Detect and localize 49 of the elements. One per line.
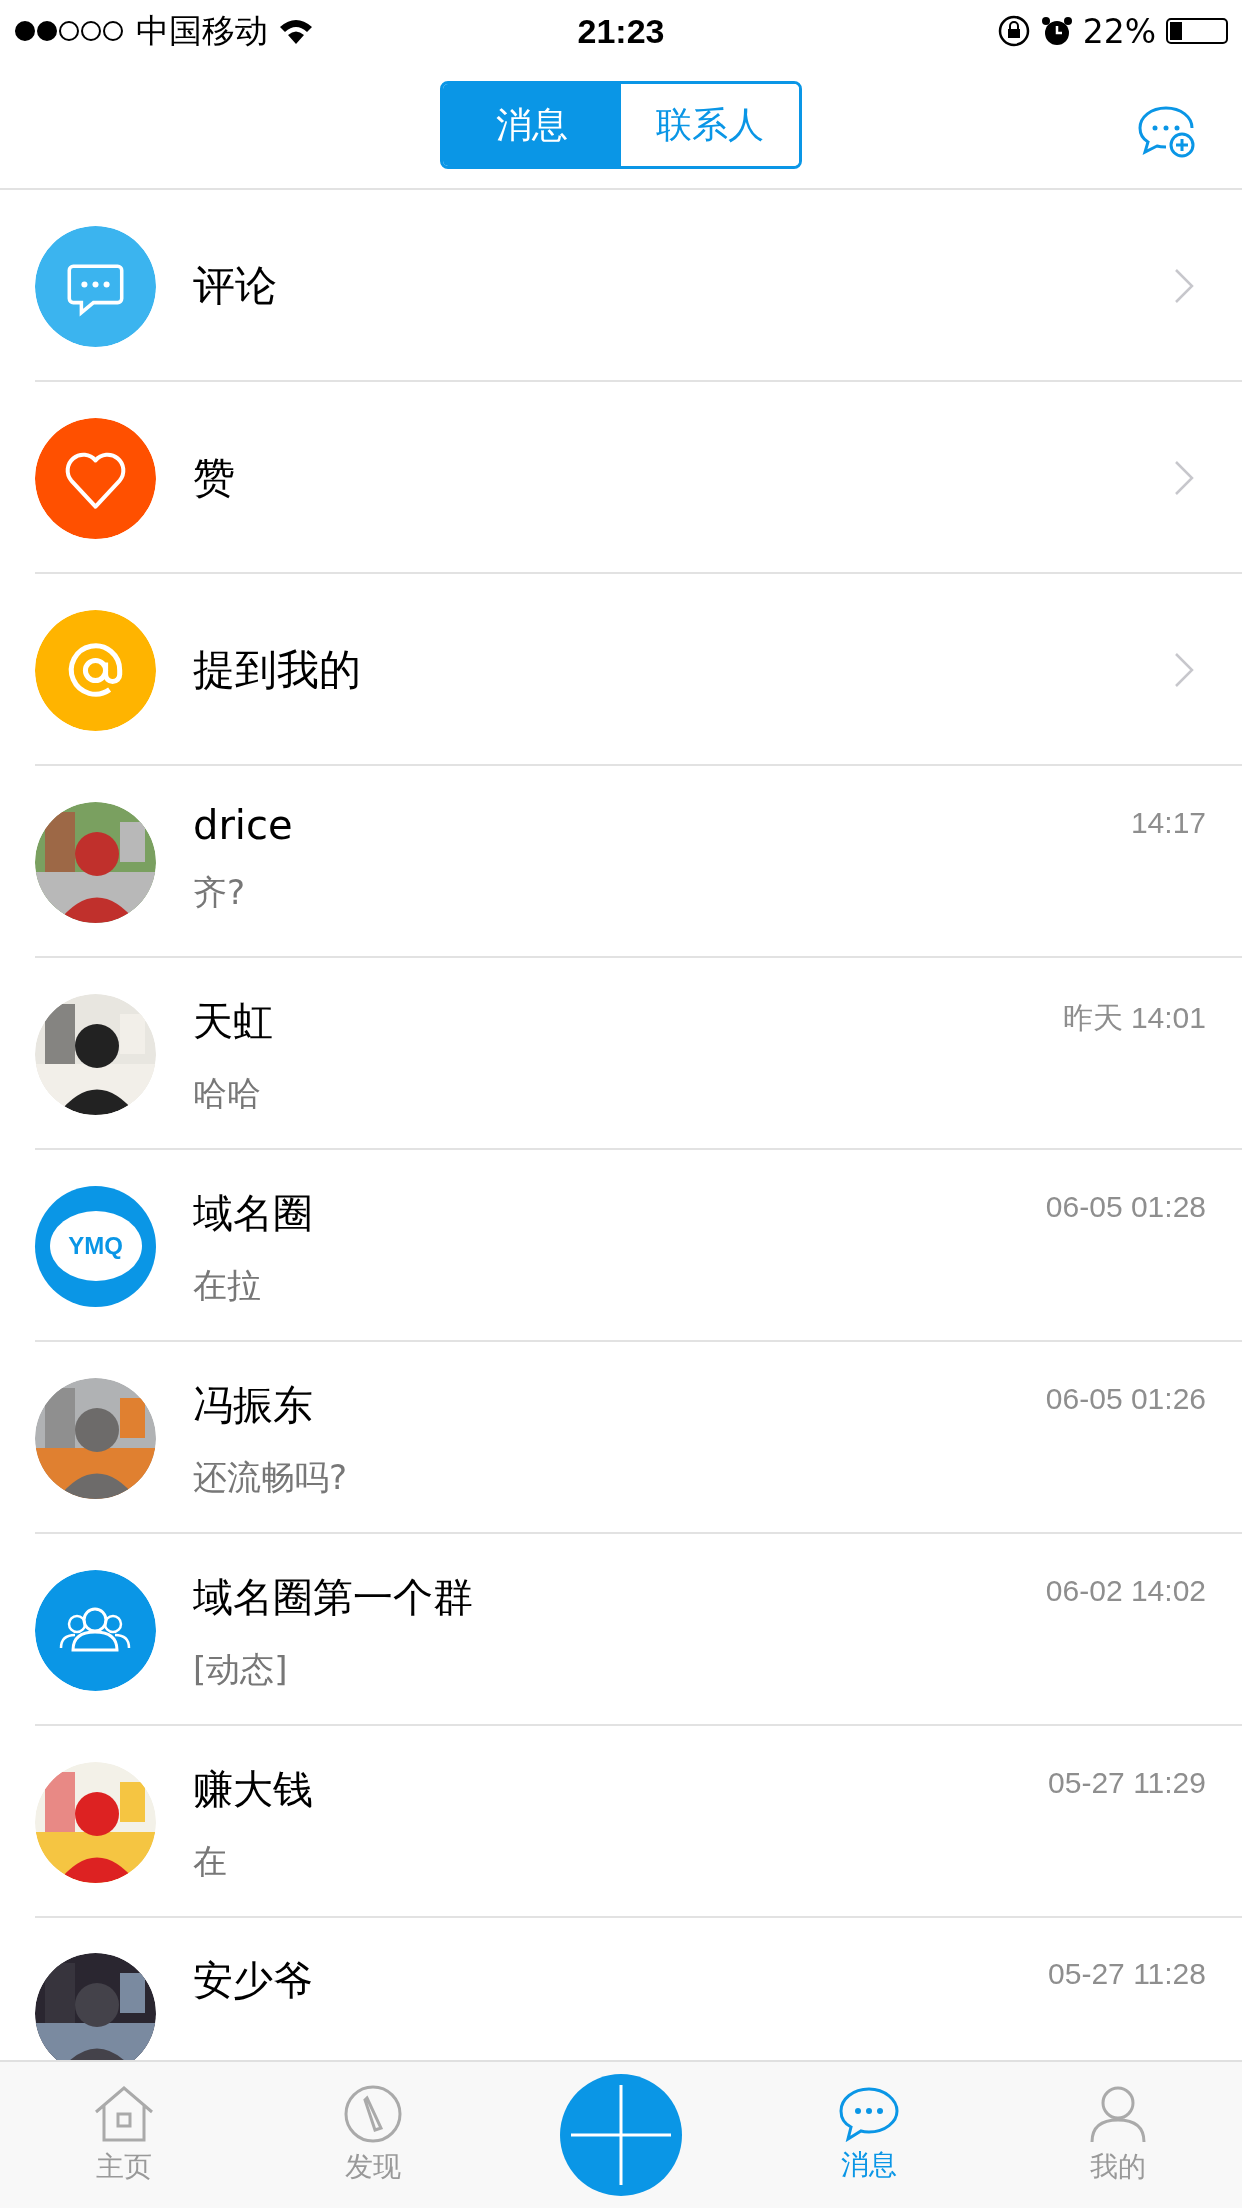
menu-row[interactable]: 评论 [0, 190, 1242, 382]
row-label: 赞 [193, 452, 236, 504]
battery-icon [1166, 18, 1228, 44]
message-preview: 哈哈 [193, 1072, 262, 1115]
message-preview: 在 [193, 1840, 228, 1883]
chat-row[interactable]: 天虹 昨天 14:01 哈哈 [0, 958, 1242, 1150]
chat-row[interactable]: 赚大钱 05-27 11:29 在 [0, 1726, 1242, 1918]
wifi-icon [278, 17, 314, 45]
message-time: 06-05 01:26 [1045, 1381, 1206, 1416]
chat-row[interactable]: YMQ 域名圈 06-05 01:28 在拉 [0, 1150, 1242, 1342]
message-time: 14:17 [1130, 805, 1206, 840]
plus-icon [571, 2085, 671, 2185]
contact-name: 天虹 [193, 997, 273, 1046]
message-time: 05-27 11:29 [1048, 1765, 1206, 1800]
carrier-name: 中国移动 [136, 9, 268, 52]
chat-row[interactable]: 域名圈第一个群 06-02 14:02 [动态] [0, 1534, 1242, 1726]
new-chat-icon[interactable] [1136, 104, 1196, 158]
message-preview: 在拉 [193, 1264, 262, 1307]
message-preview: 齐? [193, 871, 247, 914]
chat-row[interactable]: 冯振东 06-05 01:26 还流畅吗? [0, 1342, 1242, 1534]
menu-row[interactable]: 提到我的 [0, 574, 1242, 766]
chevron-icon [1174, 460, 1194, 496]
message-preview: 还流畅吗? [193, 1456, 349, 1499]
group-icon [35, 1569, 156, 1691]
signal-icon [14, 18, 126, 44]
message-time: 05-27 11:28 [1048, 1956, 1206, 1991]
battery-percent: 22% [1082, 11, 1156, 51]
compass-icon [342, 2084, 403, 2144]
logo-text: YMQ [49, 1211, 142, 1281]
message-time: 06-02 14:02 [1045, 1573, 1206, 1608]
message-preview: [动态] [193, 1648, 289, 1691]
contact-name: 域名圈 [193, 1189, 313, 1238]
chat-icon [838, 2086, 901, 2142]
chat-row[interactable]: drice 14:17 齐? [0, 766, 1242, 958]
message-time: 昨天 14:01 [1062, 1000, 1206, 1036]
contact-name: 安少爷 [193, 1956, 313, 2005]
contact-name: 赚大钱 [193, 1765, 313, 1814]
clock-time: 21:23 [577, 11, 665, 50]
row-label: 提到我的 [193, 644, 362, 696]
rotation-lock-icon [996, 14, 1031, 48]
menu-row[interactable]: 赞 [0, 382, 1242, 574]
contact-name: drice [193, 802, 293, 848]
chevron-icon [1174, 268, 1194, 304]
message-time: 06-05 01:28 [1045, 1189, 1206, 1224]
contact-name: 域名圈第一个群 [193, 1573, 473, 1622]
alarm-icon [1040, 15, 1073, 47]
contact-name: 冯振东 [193, 1381, 313, 1430]
row-label: 评论 [193, 260, 278, 312]
chevron-icon [1174, 652, 1194, 688]
